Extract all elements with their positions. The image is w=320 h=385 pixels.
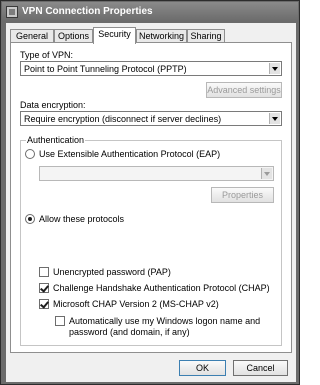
vpn-properties-window: VPN Connection Properties General Option…: [0, 0, 300, 385]
tab-security[interactable]: Security: [93, 27, 136, 44]
chap-checkbox[interactable]: [39, 283, 49, 293]
eap-method-dropdown[interactable]: [39, 166, 274, 181]
tab-networking[interactable]: Networking: [136, 29, 187, 43]
chevron-down-icon[interactable]: [269, 63, 280, 74]
chevron-down-icon[interactable]: [261, 168, 272, 179]
eap-radio-label[interactable]: Use Extensible Authentication Protocol (…: [39, 149, 220, 159]
tab-general[interactable]: General: [10, 29, 54, 43]
ms-chap-v2-checkbox[interactable]: [39, 299, 49, 309]
window-title: VPN Connection Properties: [22, 6, 153, 17]
data-encryption-label: Data encryption:: [20, 100, 86, 110]
allow-protocols-label[interactable]: Allow these protocols: [39, 214, 124, 224]
allow-protocols-radio[interactable]: [25, 214, 35, 224]
vpn-type-dropdown[interactable]: Point to Point Tunneling Protocol (PPTP): [20, 61, 282, 76]
eap-radio[interactable]: [25, 149, 35, 159]
ms-chap-v2-label[interactable]: Microsoft CHAP Version 2 (MS-CHAP v2): [53, 299, 219, 309]
network-connection-icon: [6, 6, 18, 18]
auto-logon-label-line1[interactable]: Automatically use my Windows logon name …: [69, 316, 260, 326]
vpn-type-value: Point to Point Tunneling Protocol (PPTP): [24, 64, 187, 74]
vpn-type-label: Type of VPN:: [20, 50, 74, 60]
eap-properties-button[interactable]: Properties: [211, 187, 274, 203]
tab-options[interactable]: Options: [54, 29, 93, 43]
advanced-settings-button[interactable]: Advanced settings: [206, 82, 282, 98]
cancel-button[interactable]: Cancel: [233, 360, 288, 376]
title-bar[interactable]: VPN Connection Properties: [2, 2, 298, 22]
data-encryption-dropdown[interactable]: Require encryption (disconnect if server…: [20, 111, 282, 126]
auto-logon-label-line2[interactable]: password (and domain, if any): [69, 327, 190, 337]
ok-button[interactable]: OK: [179, 360, 226, 376]
chap-label[interactable]: Challenge Handshake Authentication Proto…: [53, 283, 270, 293]
dialog-client-area: General Options Security Networking Shar…: [6, 23, 296, 382]
data-encryption-value: Require encryption (disconnect if server…: [24, 114, 222, 124]
pap-label[interactable]: Unencrypted password (PAP): [53, 267, 171, 277]
pap-checkbox[interactable]: [39, 267, 49, 277]
auto-logon-checkbox[interactable]: [55, 316, 65, 326]
tab-sharing[interactable]: Sharing: [187, 29, 225, 43]
authentication-legend: Authentication: [26, 135, 86, 145]
security-tab-panel: Type of VPN: Point to Point Tunneling Pr…: [10, 42, 292, 353]
chevron-down-icon[interactable]: [269, 113, 280, 124]
authentication-group: Authentication Use Extensible Authentica…: [20, 135, 282, 346]
